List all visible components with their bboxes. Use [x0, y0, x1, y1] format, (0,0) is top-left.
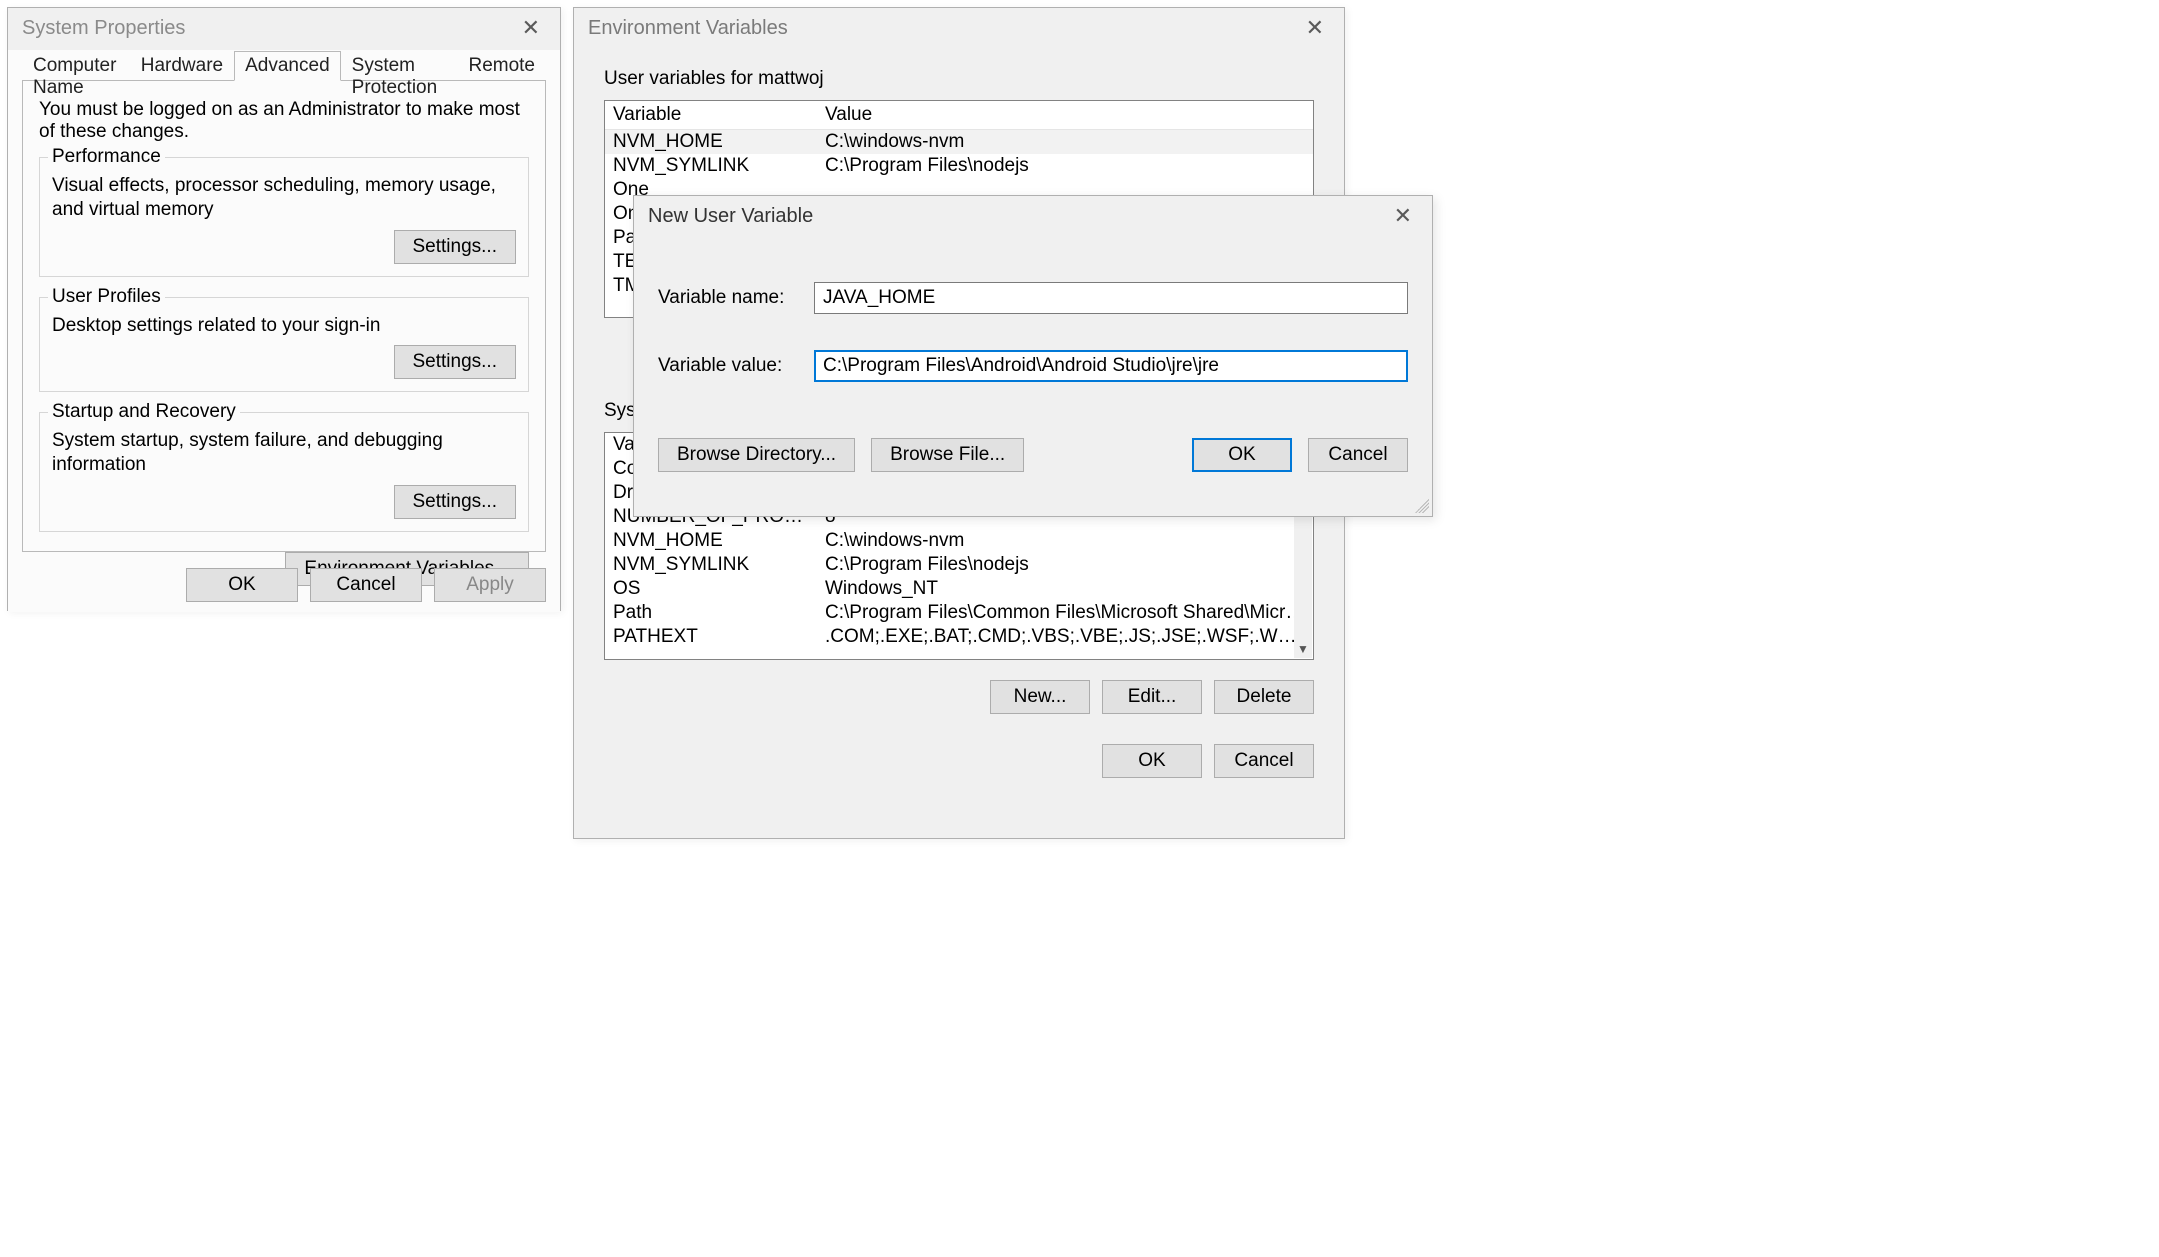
newvar-cancel-button[interactable]: Cancel	[1308, 438, 1408, 472]
system-delete-button[interactable]: Delete	[1214, 680, 1314, 714]
table-row[interactable]: PathC:\Program Files\Common Files\Micros…	[605, 601, 1313, 625]
user-profiles-group: User Profiles Desktop settings related t…	[39, 297, 529, 393]
environment-variables-titlebar[interactable]: Environment Variables ✕	[574, 8, 1344, 48]
cell-value: Windows_NT	[817, 577, 1313, 601]
tab-remote[interactable]: Remote	[457, 51, 546, 81]
system-properties-titlebar[interactable]: System Properties ✕	[8, 8, 560, 48]
table-row[interactable]: NVM_SYMLINKC:\Program Files\nodejs	[605, 553, 1313, 577]
new-user-variable-titlebar[interactable]: New User Variable ✕	[634, 196, 1432, 236]
tabs-row: Computer Name Hardware Advanced System P…	[22, 50, 546, 80]
tab-hardware[interactable]: Hardware	[130, 51, 234, 81]
tab-system-protection[interactable]: System Protection	[341, 51, 458, 81]
startup-recovery-group: Startup and Recovery System startup, sys…	[39, 412, 529, 532]
performance-group-desc: Visual effects, processor scheduling, me…	[52, 174, 516, 222]
browse-file-button[interactable]: Browse File...	[871, 438, 1024, 472]
new-user-variable-dialog: New User Variable ✕ Variable name: Varia…	[633, 195, 1433, 517]
browse-directory-button[interactable]: Browse Directory...	[658, 438, 855, 472]
startup-recovery-settings-button[interactable]: Settings...	[394, 485, 517, 519]
user-profiles-settings-button[interactable]: Settings...	[394, 345, 517, 379]
resize-grip-icon[interactable]	[1415, 499, 1429, 513]
cell-value: C:\windows-nvm	[817, 130, 1313, 154]
apply-button[interactable]: Apply	[434, 568, 546, 602]
cell-variable: Path	[605, 601, 817, 625]
advanced-tab-sheet: You must be logged on as an Administrato…	[22, 80, 546, 552]
system-new-button[interactable]: New...	[990, 680, 1090, 714]
system-edit-button[interactable]: Edit...	[1102, 680, 1202, 714]
newvar-ok-button[interactable]: OK	[1192, 438, 1292, 472]
startup-recovery-group-desc: System startup, system failure, and debu…	[52, 429, 516, 477]
scroll-down-icon[interactable]: ▼	[1297, 640, 1309, 658]
variable-value-input[interactable]	[814, 350, 1408, 382]
performance-settings-button[interactable]: Settings...	[394, 230, 517, 264]
cell-variable: OS	[605, 577, 817, 601]
cell-value: C:\windows-nvm	[817, 529, 1313, 553]
cancel-button[interactable]: Cancel	[310, 568, 422, 602]
new-user-variable-title: New User Variable	[648, 205, 813, 228]
cell-variable: NVM_SYMLINK	[605, 553, 817, 577]
tab-advanced[interactable]: Advanced	[234, 51, 341, 81]
ok-button[interactable]: OK	[186, 568, 298, 602]
startup-recovery-group-title: Startup and Recovery	[48, 401, 240, 423]
header-variable[interactable]: Variable	[605, 101, 817, 129]
system-properties-title: System Properties	[22, 17, 185, 40]
system-properties-window: System Properties ✕ Computer Name Hardwa…	[7, 7, 561, 611]
table-row[interactable]: NVM_HOMEC:\windows-nvm	[605, 529, 1313, 553]
cell-value: C:\Program Files\nodejs	[817, 154, 1313, 178]
close-icon[interactable]: ✕	[516, 15, 546, 41]
variable-value-label: Variable value:	[658, 355, 814, 377]
cell-value: C:\Program Files\Common Files\Microsoft …	[817, 601, 1313, 625]
user-profiles-group-desc: Desktop settings related to your sign-in	[52, 314, 516, 338]
performance-group: Performance Visual effects, processor sc…	[39, 157, 529, 277]
table-row[interactable]: OSWindows_NT	[605, 577, 1313, 601]
environment-variables-title: Environment Variables	[588, 17, 788, 40]
cell-value: .COM;.EXE;.BAT;.CMD;.VBS;.VBE;.JS;.JSE;.…	[817, 625, 1313, 649]
table-row[interactable]: NVM_HOMEC:\windows-nvm	[605, 130, 1313, 154]
close-icon[interactable]: ✕	[1300, 15, 1330, 41]
cell-variable: NVM_HOME	[605, 529, 817, 553]
cell-variable: NVM_HOME	[605, 130, 817, 154]
cell-variable: NVM_SYMLINK	[605, 154, 817, 178]
performance-group-title: Performance	[48, 146, 165, 168]
cell-variable: PATHEXT	[605, 625, 817, 649]
header-value[interactable]: Value	[817, 101, 1313, 129]
env-ok-button[interactable]: OK	[1102, 744, 1202, 778]
close-icon[interactable]: ✕	[1388, 203, 1418, 229]
user-profiles-group-title: User Profiles	[48, 286, 165, 308]
user-variables-label: User variables for mattwoj	[604, 68, 1314, 90]
table-row[interactable]: NVM_SYMLINKC:\Program Files\nodejs	[605, 154, 1313, 178]
cell-value: C:\Program Files\nodejs	[817, 553, 1313, 577]
env-cancel-button[interactable]: Cancel	[1214, 744, 1314, 778]
variable-name-input[interactable]	[814, 282, 1408, 314]
table-header[interactable]: Variable Value	[605, 101, 1313, 130]
variable-name-label: Variable name:	[658, 287, 814, 309]
tab-computer-name[interactable]: Computer Name	[22, 51, 130, 81]
admin-note: You must be logged on as an Administrato…	[39, 99, 529, 143]
table-row[interactable]: PATHEXT.COM;.EXE;.BAT;.CMD;.VBS;.VBE;.JS…	[605, 625, 1313, 649]
